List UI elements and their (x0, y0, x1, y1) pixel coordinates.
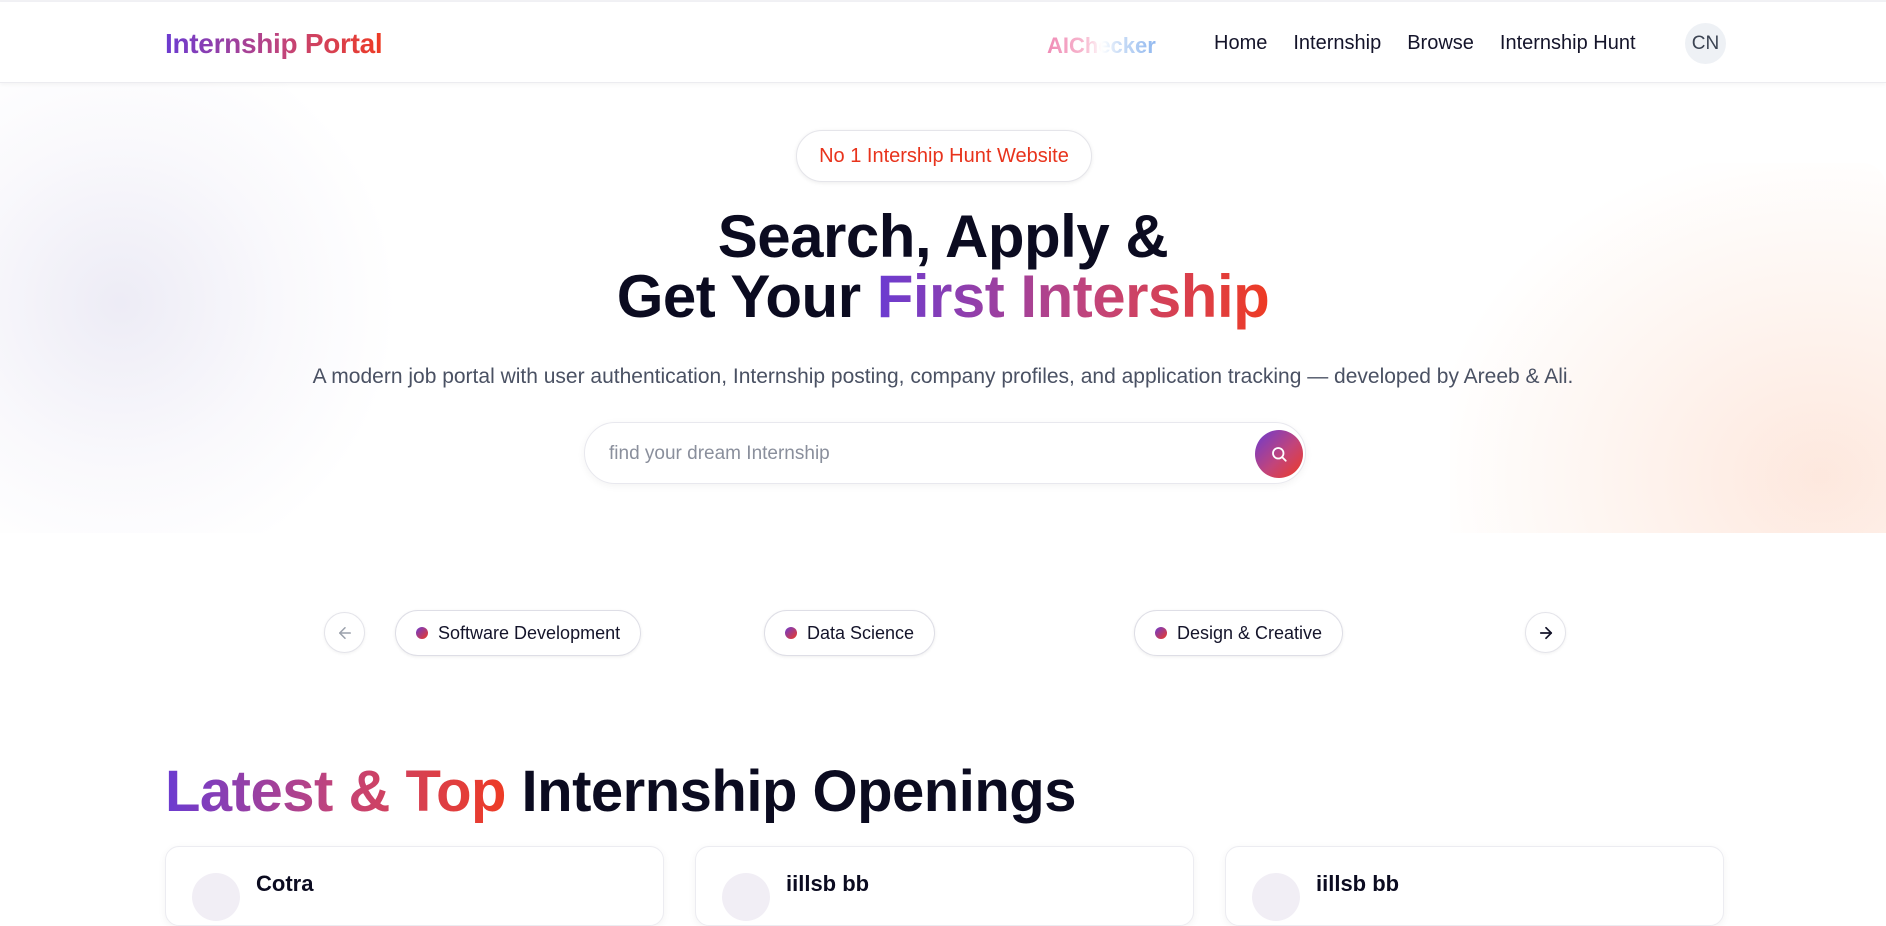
category-chip-design-creative[interactable]: Design & Creative (1134, 610, 1344, 656)
latest-openings-title: Latest & Top Internship Openings (165, 758, 1076, 825)
site-logo[interactable]: Internship Portal (165, 28, 383, 60)
hero-badge: No 1 Intership Hunt Website (796, 130, 1092, 182)
company-logo (1252, 873, 1300, 921)
company-name: iillsb bb (786, 871, 870, 896)
headline-line-1: Search, Apply & (717, 203, 1169, 270)
search-bar (584, 422, 1306, 484)
category-chip-software-development[interactable]: Software Development (395, 610, 642, 656)
internship-card[interactable]: iillsb bb (1225, 846, 1724, 926)
carousel-prev-button[interactable] (324, 612, 365, 653)
latest-title-plain: Internship Openings (505, 759, 1077, 824)
search-input[interactable] (609, 437, 1209, 471)
arrow-left-icon (338, 626, 351, 639)
company-logo (722, 873, 770, 921)
nav-internship-hunt[interactable]: Internship Hunt (1500, 32, 1636, 55)
aichecker-link[interactable]: AIChecker (1047, 33, 1156, 59)
arrow-right-icon (1539, 626, 1552, 639)
internship-card[interactable]: iillsb bb (695, 846, 1194, 926)
hero-headline: Search, Apply & Get Your First Intership (0, 207, 1886, 327)
chip-dot-icon (416, 627, 428, 639)
chip-dot-icon (785, 627, 797, 639)
company-logo (192, 873, 240, 921)
hero-section: No 1 Intership Hunt Website Search, Appl… (0, 83, 1886, 533)
category-chip-data-science[interactable]: Data Science (764, 610, 936, 656)
internship-card[interactable]: Cotra (165, 846, 664, 926)
chip-dot-icon (1155, 627, 1167, 639)
company-name: iillsb bb (1316, 871, 1400, 896)
main-nav: Home Internship Browse Internship Hunt (1214, 32, 1662, 55)
navbar: Internship Portal AIChecker Home Interns… (0, 2, 1886, 83)
category-carousel: Software Development Data Science Design… (0, 610, 1886, 656)
carousel-next-button[interactable] (1525, 612, 1566, 653)
chip-label: Design & Creative (1177, 622, 1323, 643)
search-button[interactable] (1255, 430, 1303, 478)
nav-internship[interactable]: Internship (1293, 32, 1381, 55)
search-icon (1272, 447, 1287, 462)
nav-browse[interactable]: Browse (1407, 32, 1474, 55)
chip-label: Software Development (438, 622, 621, 643)
nav-home[interactable]: Home (1214, 32, 1267, 55)
hero-subtitle: A modern job portal with user authentica… (312, 365, 1574, 388)
user-avatar[interactable]: CN (1685, 23, 1726, 64)
headline-line-2-plain: Get Your (616, 263, 877, 330)
headline-line-2-gradient: First Intership (876, 263, 1270, 330)
latest-title-gradient: Latest & Top (165, 759, 506, 824)
company-name: Cotra (256, 871, 314, 896)
chip-label: Data Science (807, 622, 915, 643)
